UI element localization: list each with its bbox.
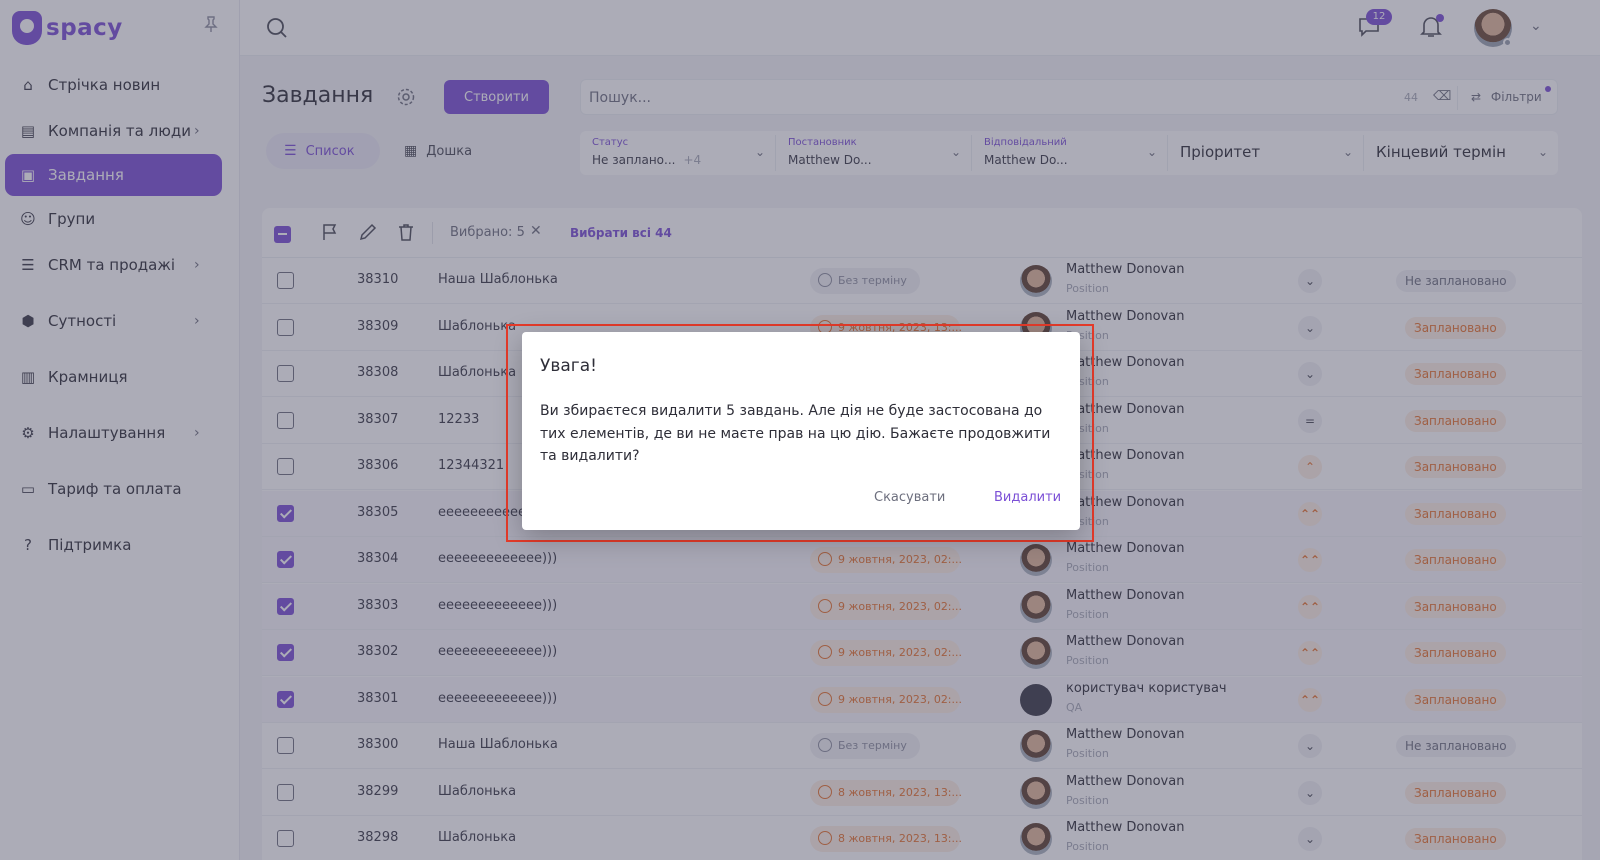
delete-button[interactable]: Видалити (994, 490, 1061, 505)
cancel-button[interactable]: Скасувати (874, 490, 945, 505)
dialog-title: Увага! (540, 356, 597, 376)
confirm-dialog: Увага! Ви збираєтеся видалити 5 завдань.… (522, 332, 1080, 530)
dialog-message: Ви збираєтеся видалити 5 завдань. Але ді… (540, 403, 1051, 464)
